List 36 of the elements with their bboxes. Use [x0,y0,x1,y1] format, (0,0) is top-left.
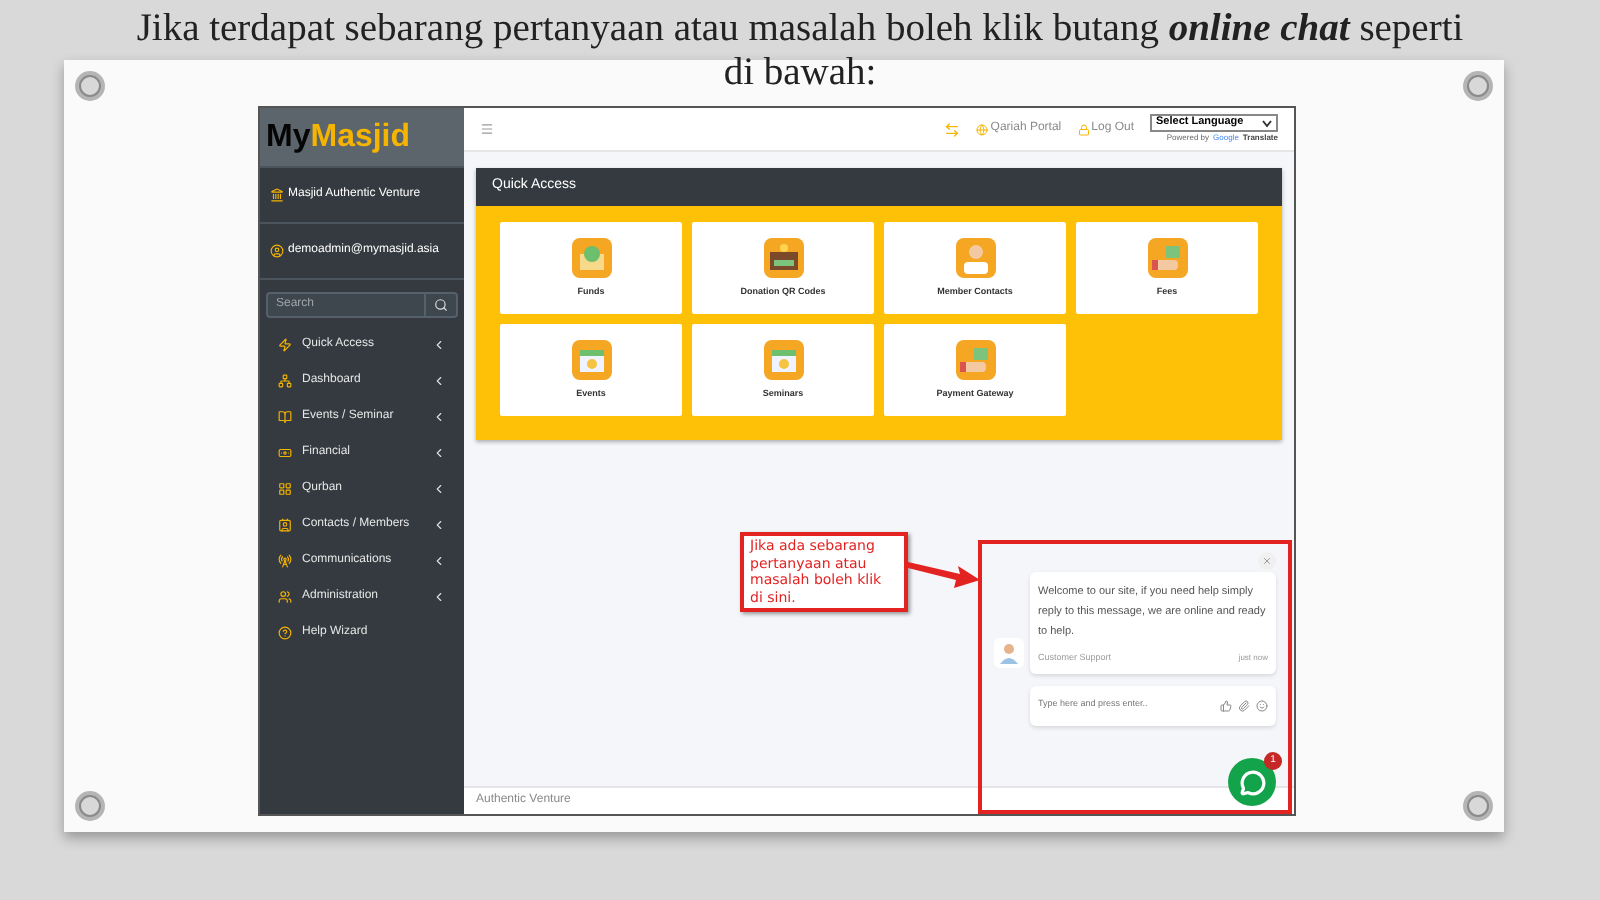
help-icon [278,625,292,639]
swap-arrows-icon[interactable] [944,121,961,137]
logo: MyMasjid [260,108,464,168]
network-icon [278,373,292,387]
thumbs-up-icon[interactable] [1220,699,1232,712]
person-icon [955,237,995,278]
globe-icon [976,123,989,135]
smiley-icon[interactable] [1256,699,1268,712]
contact-card-icon [278,517,292,531]
donation-box-icon [763,237,803,278]
search-icon [434,298,448,312]
search-button[interactable] [426,292,458,318]
lightning-icon [278,337,292,351]
chevron-down-icon [1262,119,1272,127]
calendar-icon [763,339,803,380]
hand-money-icon [1147,237,1187,278]
lock-icon [1077,123,1090,135]
hand-money-icon [955,339,995,380]
calendar-icon [571,339,611,380]
avatar-icon [994,637,1024,668]
screw-icon [74,70,106,102]
banknote-icon [278,445,292,459]
close-button[interactable] [1258,552,1276,570]
slide-title: Jika terdapat sebarang pertanyaan atau masalah boleh klik butang online chat seperti di bawah: [134,8,1466,96]
envelope-money-icon [571,237,611,278]
chat-bubble-icon [1239,769,1265,795]
screw-icon [1462,790,1494,822]
users-icon [278,589,292,603]
screw-icon [1462,70,1494,102]
screw-icon [74,790,106,822]
radio-tower-icon [278,553,292,567]
menu-icon[interactable] [480,122,494,136]
user-icon [270,244,284,258]
paperclip-icon[interactable] [1238,699,1250,712]
grid-icon [278,481,292,495]
book-icon [278,409,292,423]
